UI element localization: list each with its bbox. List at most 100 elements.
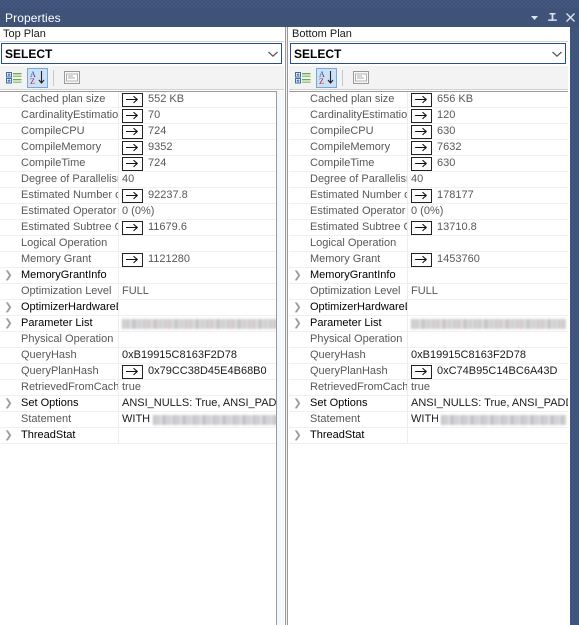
property-value[interactable]: 724 (119, 156, 284, 171)
property-value[interactable] (408, 316, 568, 331)
property-value[interactable]: 40 (408, 172, 568, 187)
property-value[interactable] (119, 236, 284, 251)
dropdown-menu-icon[interactable] (525, 9, 543, 26)
property-row[interactable]: Estimated Number of 92237.8 (0, 188, 284, 204)
property-row[interactable]: QueryHash 0xB19915C8163F2D78 (0, 348, 284, 364)
property-value[interactable] (408, 428, 568, 443)
property-pages-icon[interactable] (350, 68, 371, 88)
property-row[interactable]: Estimated Operator C0 (0%) (0, 204, 284, 220)
close-icon[interactable] (561, 9, 579, 26)
property-value[interactable]: 0xB19915C8163F2D78 (408, 348, 568, 363)
property-row[interactable]: Estimated Subtree C 13710.8 (289, 220, 568, 236)
property-row[interactable]: Estimated Number o 178177 (289, 188, 568, 204)
property-value[interactable]: 178177 (408, 188, 568, 203)
drill-through-arrow-icon[interactable] (122, 92, 143, 107)
drill-through-arrow-icon[interactable] (411, 156, 432, 171)
property-value[interactable]: 0x79CC38D45E4B68B0 (119, 364, 284, 379)
property-row[interactable]: CompileTime 630 (289, 156, 568, 172)
property-value[interactable]: 0xB19915C8163F2D78 (119, 348, 284, 363)
property-value[interactable]: FULL (408, 284, 568, 299)
property-row[interactable]: CompileTime 724 (0, 156, 284, 172)
property-row[interactable]: CompileCPU 630 (289, 124, 568, 140)
property-value[interactable]: 630 (408, 124, 568, 139)
property-row[interactable]: Physical Operation (289, 332, 568, 348)
drill-through-arrow-icon[interactable] (411, 108, 432, 123)
property-row[interactable]: CompileMemory 9352 (0, 140, 284, 156)
property-value[interactable] (408, 236, 568, 251)
property-value[interactable]: WITH (408, 412, 568, 427)
property-value[interactable]: 0xC74B95C14BC6A43D (408, 364, 568, 379)
property-row[interactable]: Cached plan size 656 KB (289, 92, 568, 108)
window-drag-grip[interactable] (0, 0, 579, 8)
property-row[interactable]: Memory Grant 1453760 (289, 252, 568, 268)
window-title-bar[interactable]: Properties (0, 8, 579, 27)
property-row[interactable]: ❯ Set Options ANSI_NULLS: True, ANSI_PADD (0, 396, 284, 412)
drill-through-arrow-icon[interactable] (411, 92, 432, 107)
property-value[interactable]: 656 KB (408, 92, 568, 107)
property-row[interactable]: ❯ OptimizerHardwareD (0, 300, 284, 316)
property-value[interactable] (408, 332, 568, 347)
expand-chevron-icon[interactable]: ❯ (289, 316, 307, 331)
expand-chevron-icon[interactable]: ❯ (0, 428, 18, 443)
property-row[interactable]: CompileCPU 724 (0, 124, 284, 140)
property-value[interactable]: ANSI_NULLS: True, ANSI_PADD (119, 396, 284, 411)
property-value[interactable] (408, 300, 568, 315)
property-row[interactable]: CardinalityEstimation 70 (0, 108, 284, 124)
property-row[interactable]: ❯ MemoryGrantInfo (289, 268, 568, 284)
property-value[interactable] (119, 300, 284, 315)
expand-chevron-icon[interactable]: ❯ (0, 300, 18, 315)
property-value[interactable]: 40 (119, 172, 284, 187)
property-value[interactable]: 120 (408, 108, 568, 123)
drill-through-arrow-icon[interactable] (122, 156, 143, 171)
property-value[interactable]: 92237.8 (119, 188, 284, 203)
property-row[interactable]: ❯ ThreadStat (289, 428, 568, 444)
drill-through-arrow-icon[interactable] (122, 140, 143, 155)
drill-through-arrow-icon[interactable] (411, 188, 432, 203)
property-value[interactable]: 630 (408, 156, 568, 171)
property-row[interactable]: Estimated Subtree C 11679.6 (0, 220, 284, 236)
property-pages-icon[interactable] (61, 68, 82, 88)
property-row[interactable]: Degree of Parallelism 40 (289, 172, 568, 188)
drill-through-arrow-icon[interactable] (122, 364, 143, 379)
property-value[interactable]: 552 KB (119, 92, 284, 107)
property-row[interactable]: CompileMemory 7632 (289, 140, 568, 156)
property-value[interactable]: 0 (0%) (119, 204, 284, 219)
property-value[interactable]: 1453760 (408, 252, 568, 267)
property-row[interactable]: Memory Grant 1121280 (0, 252, 284, 268)
property-row[interactable]: QueryHash 0xB19915C8163F2D78 (289, 348, 568, 364)
property-row[interactable]: Logical Operation (289, 236, 568, 252)
property-row[interactable]: Optimization Level FULL (0, 284, 284, 300)
drill-through-arrow-icon[interactable] (411, 220, 432, 235)
property-value[interactable]: 70 (119, 108, 284, 123)
chevron-down-icon[interactable] (548, 44, 565, 63)
property-row[interactable]: QueryPlanHash 0xC74B95C14BC6A43D (289, 364, 568, 380)
drill-through-arrow-icon[interactable] (122, 220, 143, 235)
property-value[interactable]: WITH (119, 412, 284, 427)
property-value[interactable]: 9352 (119, 140, 284, 155)
drill-through-arrow-icon[interactable] (411, 364, 432, 379)
property-row[interactable]: ❯ MemoryGrantInfo (0, 268, 284, 284)
property-row[interactable]: QueryPlanHash 0x79CC38D45E4B68B0 (0, 364, 284, 380)
expand-chevron-icon[interactable]: ❯ (289, 396, 307, 411)
property-row[interactable]: Statement WITH (0, 412, 284, 428)
property-row[interactable]: ❯ Set Options ANSI_NULLS: True, ANSI_PADD (289, 396, 568, 412)
property-value[interactable]: 1121280 (119, 252, 284, 267)
property-row[interactable]: ❯ ThreadStat (0, 428, 284, 444)
property-row[interactable]: RetrievedFromCache true (0, 380, 284, 396)
property-row[interactable]: Cached plan size 552 KB (0, 92, 284, 108)
expand-chevron-icon[interactable]: ❯ (289, 428, 307, 443)
property-row[interactable]: Optimization Level FULL (289, 284, 568, 300)
drill-through-arrow-icon[interactable] (122, 252, 143, 267)
bottom-plan-object-select[interactable]: SELECT (290, 43, 566, 64)
property-value[interactable] (408, 268, 568, 283)
property-row[interactable]: RetrievedFromCach true (289, 380, 568, 396)
chevron-down-icon[interactable] (264, 44, 281, 63)
alphabetical-sort-icon[interactable]: A Z (316, 67, 337, 88)
property-value[interactable]: true (119, 380, 284, 395)
expand-chevron-icon[interactable]: ❯ (0, 268, 18, 283)
property-row[interactable]: Estimated Operator (0 (0%) (289, 204, 568, 220)
alphabetical-sort-icon[interactable]: A Z (27, 67, 48, 88)
property-row[interactable]: ❯ OptimizerHardwareD (289, 300, 568, 316)
top-plan-vertical-scrollbar[interactable] (276, 91, 284, 625)
property-row[interactable]: Logical Operation (0, 236, 284, 252)
